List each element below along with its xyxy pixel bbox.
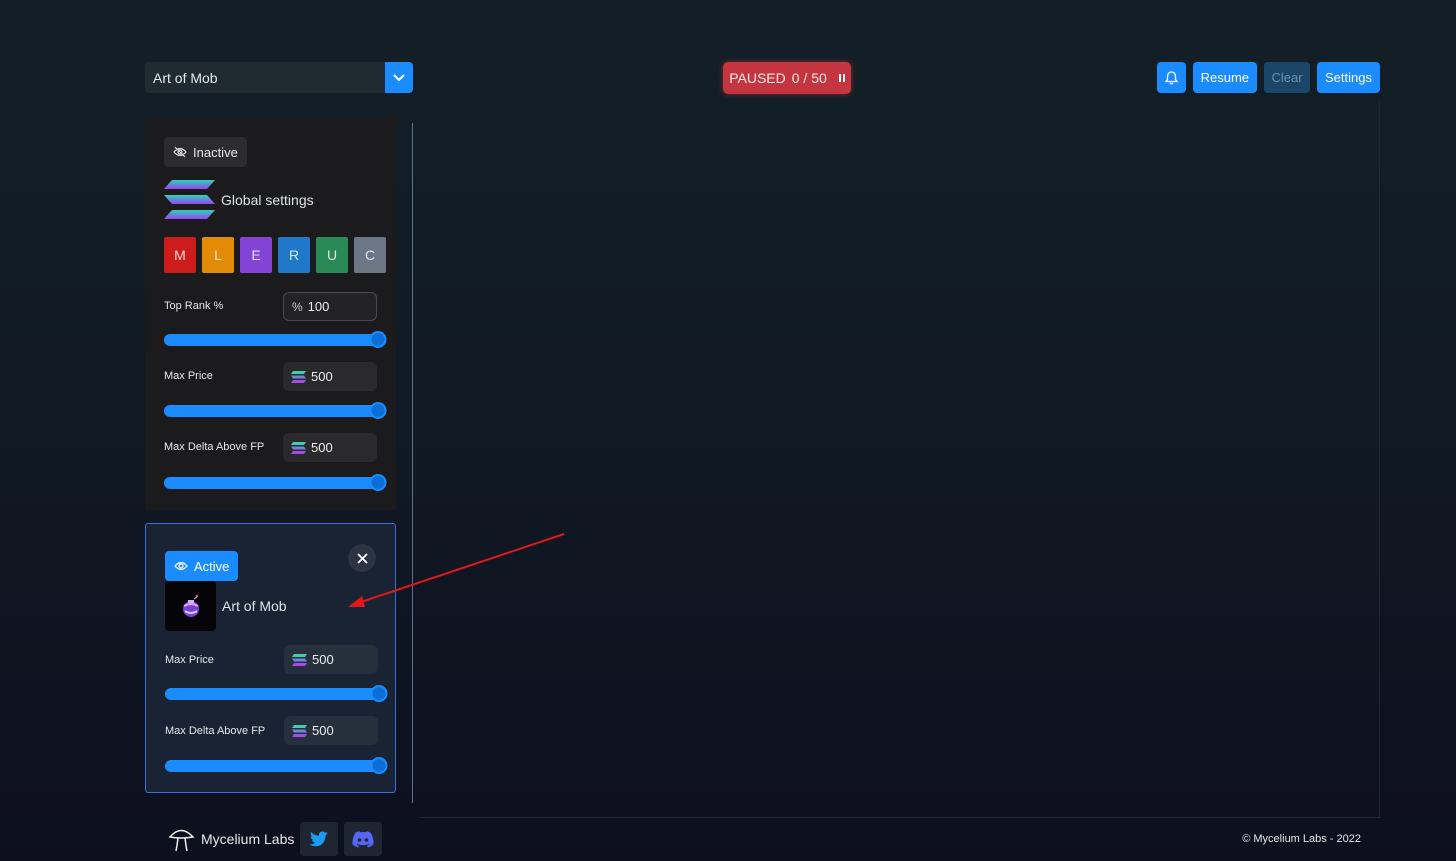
max-delta-value: 500 xyxy=(312,723,334,738)
bell-icon xyxy=(1164,70,1178,84)
main-content-area xyxy=(420,100,1380,818)
remove-collection-button[interactable] xyxy=(348,544,376,572)
rarity-button-e[interactable]: E xyxy=(240,237,272,273)
rarity-button-l[interactable]: L xyxy=(202,237,234,273)
solana-icon xyxy=(291,441,306,454)
rarity-button-u[interactable]: U xyxy=(316,237,348,273)
max-price-label: Max Price xyxy=(164,370,213,382)
close-icon xyxy=(356,552,368,564)
pause-icon xyxy=(838,74,845,82)
slider-thumb[interactable] xyxy=(369,331,387,348)
page-title: Global settings xyxy=(221,192,314,208)
resume-button[interactable]: Resume xyxy=(1192,62,1258,93)
max-price-input[interactable]: 500 xyxy=(283,362,377,391)
status-progress: 0 / 50 xyxy=(791,70,827,86)
inactive-label: Inactive xyxy=(193,144,238,160)
settings-button[interactable]: Settings xyxy=(1317,62,1380,93)
solana-logo-icon xyxy=(164,180,215,219)
mushroom-logo-icon xyxy=(168,829,195,852)
max-price-value: 500 xyxy=(312,652,334,667)
footer-brand-name: Mycelium Labs xyxy=(201,831,295,847)
max-price-value: 500 xyxy=(311,369,333,384)
active-label: Active xyxy=(194,558,230,574)
slider-thumb[interactable] xyxy=(370,757,388,774)
eye-icon xyxy=(174,561,188,571)
max-price-input[interactable]: 500 xyxy=(284,645,378,674)
max-price-label: Max Price xyxy=(165,654,214,666)
max-delta-label: Max Delta Above FP xyxy=(165,725,266,737)
max-delta-slider[interactable] xyxy=(165,757,388,774)
top-rank-slider[interactable] xyxy=(164,331,387,348)
collection-select[interactable]: Art of Mob xyxy=(145,62,413,93)
collection-title: Art of Mob xyxy=(222,598,287,614)
copyright-text: © Mycelium Labs - 2022 xyxy=(1242,833,1361,845)
global-settings-heading: Global settings xyxy=(164,179,314,221)
eye-off-icon xyxy=(173,146,187,158)
twitter-icon xyxy=(309,831,329,846)
slider-thumb[interactable] xyxy=(370,685,388,702)
footer-brand: Mycelium Labs xyxy=(168,826,294,852)
sidebar-divider xyxy=(412,123,413,803)
rarity-filter-row: MLERUC xyxy=(164,237,386,273)
top-rank-value: 100 xyxy=(307,299,330,314)
solana-icon xyxy=(292,724,307,737)
slider-track xyxy=(164,405,386,417)
clear-button[interactable]: Clear xyxy=(1264,62,1311,93)
notifications-button[interactable] xyxy=(1156,62,1186,93)
rarity-button-m[interactable]: M xyxy=(164,237,196,273)
collection-avatar xyxy=(165,581,216,631)
active-toggle[interactable]: Active xyxy=(165,551,239,581)
max-delta-label: Max Delta Above FP xyxy=(164,441,265,453)
discord-icon xyxy=(352,830,374,847)
solana-icon xyxy=(291,370,306,383)
rarity-button-c[interactable]: C xyxy=(354,237,386,273)
twitter-link[interactable] xyxy=(300,822,339,856)
solana-icon xyxy=(292,653,307,666)
slider-track xyxy=(164,334,386,346)
footer: Mycelium Labs xyxy=(168,822,383,856)
status-state: PAUSED xyxy=(729,70,786,86)
discord-link[interactable] xyxy=(344,822,383,856)
slider-track xyxy=(164,477,386,489)
max-delta-value: 500 xyxy=(311,440,333,455)
global-settings-panel: Inactive Global settings MLERUC Top Rank… xyxy=(145,117,396,510)
max-delta-input[interactable]: 500 xyxy=(284,716,378,745)
top-rank-input[interactable]: % 100 xyxy=(283,292,377,321)
max-price-slider[interactable] xyxy=(164,402,387,419)
slider-track xyxy=(165,760,387,772)
slider-track xyxy=(165,688,387,700)
collection-select-value: Art of Mob xyxy=(153,69,218,86)
top-rank-label: Top Rank % xyxy=(164,300,224,312)
rarity-button-r[interactable]: R xyxy=(278,237,310,273)
status-badge[interactable]: PAUSED 0 / 50 xyxy=(723,62,851,94)
slider-thumb[interactable] xyxy=(369,474,387,491)
max-delta-input[interactable]: 500 xyxy=(283,433,377,462)
percent-icon: % xyxy=(292,299,303,314)
max-price-slider[interactable] xyxy=(165,685,388,702)
collection-heading: Art of Mob xyxy=(165,581,287,631)
max-delta-slider[interactable] xyxy=(164,474,387,491)
collection-card: Active Art of Mob Max Price 500 Max Delt… xyxy=(145,523,396,793)
inactive-toggle[interactable]: Inactive xyxy=(164,137,247,167)
chevron-down-icon[interactable] xyxy=(385,62,413,93)
slider-thumb[interactable] xyxy=(369,402,387,419)
